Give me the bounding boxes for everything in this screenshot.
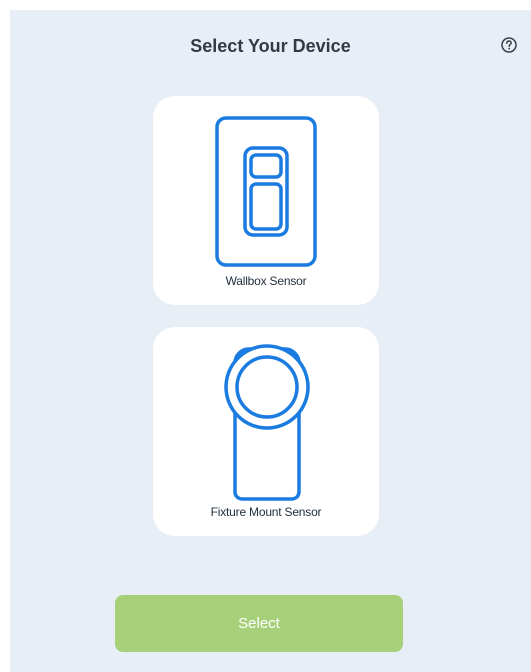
select-button[interactable]: Select bbox=[115, 595, 403, 652]
device-selection-screen: Select Your Device Wallbox Sensor Fixtur… bbox=[10, 10, 531, 672]
device-card-fixture-mount-sensor[interactable]: Fixture Mount Sensor bbox=[153, 327, 379, 536]
help-icon[interactable] bbox=[500, 36, 518, 54]
device-card-wallbox-sensor[interactable]: Wallbox Sensor bbox=[153, 96, 379, 305]
page-title: Select Your Device bbox=[190, 36, 351, 56]
device-label-wallbox-sensor: Wallbox Sensor bbox=[225, 274, 307, 288]
device-label-fixture-mount-sensor: Fixture Mount Sensor bbox=[210, 505, 322, 519]
